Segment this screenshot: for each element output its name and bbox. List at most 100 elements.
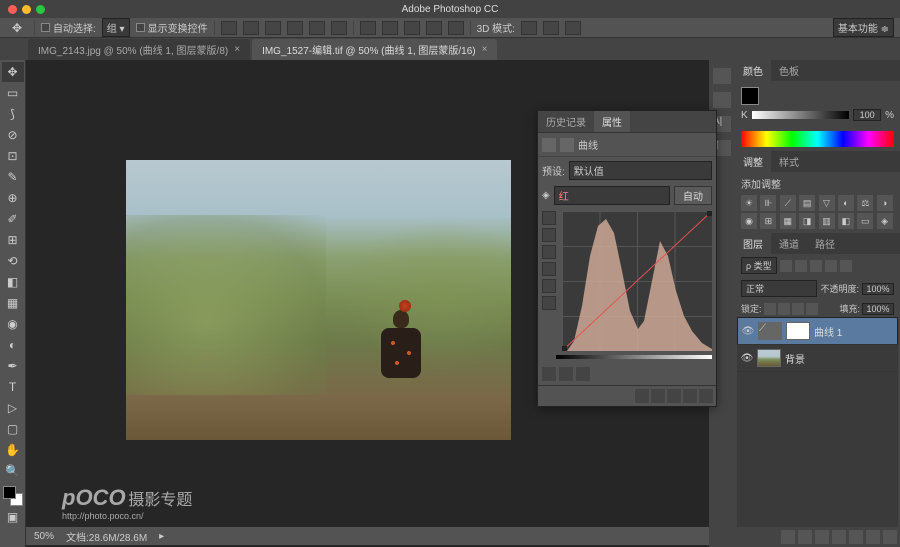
maximize-window-button[interactable] [36, 5, 45, 14]
reset-icon[interactable] [667, 389, 681, 403]
align-icon[interactable] [309, 21, 325, 35]
align-icon[interactable] [243, 21, 259, 35]
curves-adj-icon[interactable]: ⟋ [780, 195, 796, 211]
hue-adj-icon[interactable]: ◐ [838, 195, 854, 211]
filter-icon[interactable] [780, 260, 792, 272]
layer-row[interactable]: 👁 ⟋ 曲线 1 [737, 317, 898, 345]
new-group-icon[interactable] [849, 530, 863, 544]
histogram-icon[interactable] [713, 68, 731, 84]
eyedropper-tool-icon[interactable]: ✎ [2, 167, 24, 187]
styles-tab[interactable]: 样式 [771, 151, 807, 172]
layer-thumbnail[interactable]: ⟋ [758, 322, 782, 340]
new-adjustment-icon[interactable] [832, 530, 846, 544]
hand-tool-icon[interactable]: ✋ [2, 440, 24, 460]
fg-color-swatch[interactable] [741, 87, 759, 105]
selcolor-adj-icon[interactable]: ◈ [877, 213, 893, 229]
filter-icon[interactable] [840, 260, 852, 272]
curve-point-tool-icon[interactable] [542, 211, 556, 225]
distribute-icon[interactable] [360, 21, 376, 35]
gray-point-eyedropper-icon[interactable] [559, 367, 573, 381]
info-icon[interactable] [713, 92, 731, 108]
photofilter-adj-icon[interactable]: ◉ [741, 213, 757, 229]
type-tool-icon[interactable]: T [2, 377, 24, 397]
auto-select-dropdown[interactable]: 组 ▾ [102, 18, 130, 37]
black-point-eyedropper-icon[interactable] [542, 367, 556, 381]
eraser-tool-icon[interactable]: ◧ [2, 272, 24, 292]
filter-icon[interactable] [825, 260, 837, 272]
new-layer-icon[interactable] [866, 530, 880, 544]
color-tab[interactable]: 颜色 [735, 60, 771, 81]
show-transform-checkbox[interactable] [136, 23, 145, 32]
colorbal-adj-icon[interactable]: ⚖ [857, 195, 873, 211]
mode-3d-icon[interactable] [521, 21, 537, 35]
fx-icon[interactable] [798, 530, 812, 544]
lock-transparent-icon[interactable] [764, 303, 776, 315]
blend-mode-dropdown[interactable]: 正常 [741, 280, 817, 297]
opacity-input[interactable]: 100% [862, 283, 894, 295]
mask-thumbnail[interactable] [786, 322, 810, 340]
history-brush-tool-icon[interactable]: ⟲ [2, 251, 24, 271]
mode-3d-icon[interactable] [543, 21, 559, 35]
brightness-adj-icon[interactable]: ☀ [741, 195, 757, 211]
distribute-icon[interactable] [404, 21, 420, 35]
levels-adj-icon[interactable]: ⊪ [760, 195, 776, 211]
layer-filter-dropdown[interactable]: ρ 类型 [741, 257, 777, 274]
path-select-tool-icon[interactable]: ▷ [2, 398, 24, 418]
add-mask-icon[interactable] [815, 530, 829, 544]
adjustments-tab[interactable]: 调整 [735, 151, 771, 172]
distribute-icon[interactable] [426, 21, 442, 35]
stamp-tool-icon[interactable]: ⊞ [2, 230, 24, 250]
properties-tab[interactable]: 属性 [594, 111, 630, 132]
k-value-input[interactable]: 100 [853, 109, 881, 121]
quick-select-tool-icon[interactable]: ⊘ [2, 125, 24, 145]
filter-icon[interactable] [810, 260, 822, 272]
threshold-adj-icon[interactable]: ◧ [838, 213, 854, 229]
visibility-icon[interactable]: 👁 [742, 325, 754, 337]
link-layers-icon[interactable] [781, 530, 795, 544]
align-icon[interactable] [287, 21, 303, 35]
lock-all-icon[interactable] [806, 303, 818, 315]
posterize-adj-icon[interactable]: ▥ [819, 213, 835, 229]
swatches-tab[interactable]: 色板 [771, 60, 807, 81]
visibility-icon[interactable] [683, 389, 697, 403]
channel-dropdown[interactable]: 红 [554, 186, 670, 205]
move-tool-icon[interactable]: ✥ [2, 62, 24, 82]
visibility-icon[interactable]: 👁 [741, 352, 753, 364]
close-window-button[interactable] [8, 5, 17, 14]
lasso-tool-icon[interactable]: ⟆ [2, 104, 24, 124]
lock-pixels-icon[interactable] [778, 303, 790, 315]
crop-tool-icon[interactable]: ⊡ [2, 146, 24, 166]
status-menu-icon[interactable]: ▸ [159, 531, 164, 542]
quickmask-icon[interactable]: ▣ [2, 507, 24, 527]
layers-tab[interactable]: 图层 [735, 233, 771, 254]
dodge-tool-icon[interactable]: ◐ [2, 335, 24, 355]
filter-icon[interactable] [795, 260, 807, 272]
gradient-tool-icon[interactable]: ▦ [2, 293, 24, 313]
color-spectrum[interactable] [741, 131, 894, 147]
curve-wa-tool-icon[interactable] [542, 296, 556, 310]
minimize-window-button[interactable] [22, 5, 31, 14]
curve-draw-tool-icon[interactable] [542, 228, 556, 242]
mode-3d-icon[interactable] [565, 21, 581, 35]
brush-tool-icon[interactable]: ✐ [2, 209, 24, 229]
trash-icon[interactable] [699, 389, 713, 403]
layer-row[interactable]: 👁 背景 [737, 345, 898, 372]
bw-adj-icon[interactable]: ◑ [877, 195, 893, 211]
fill-input[interactable]: 100% [862, 303, 894, 315]
canvas[interactable]: 历史记录 属性 曲线 预设: 默认值 ◈ 红 自动 [26, 60, 709, 547]
document-tab[interactable]: IMG_1527-编辑.tif @ 50% (曲线 1, 图层蒙版/16)× [252, 39, 497, 60]
distribute-icon[interactable] [448, 21, 464, 35]
workspace-dropdown[interactable]: 基本功能 ≑ [833, 18, 894, 37]
marquee-tool-icon[interactable]: ▭ [2, 83, 24, 103]
blur-tool-icon[interactable]: ◉ [2, 314, 24, 334]
close-tab-icon[interactable]: × [234, 44, 240, 55]
document-tab[interactable]: IMG_2143.jpg @ 50% (曲线 1, 图层蒙版/8)× [28, 39, 250, 60]
healing-tool-icon[interactable]: ⊕ [2, 188, 24, 208]
preset-dropdown[interactable]: 默认值 [569, 161, 712, 180]
align-icon[interactable] [331, 21, 347, 35]
chanmix-adj-icon[interactable]: ⊞ [760, 213, 776, 229]
gradmap-adj-icon[interactable]: ▭ [857, 213, 873, 229]
lock-position-icon[interactable] [792, 303, 804, 315]
lookup-adj-icon[interactable]: ▦ [780, 213, 796, 229]
exposure-adj-icon[interactable]: ▤ [799, 195, 815, 211]
